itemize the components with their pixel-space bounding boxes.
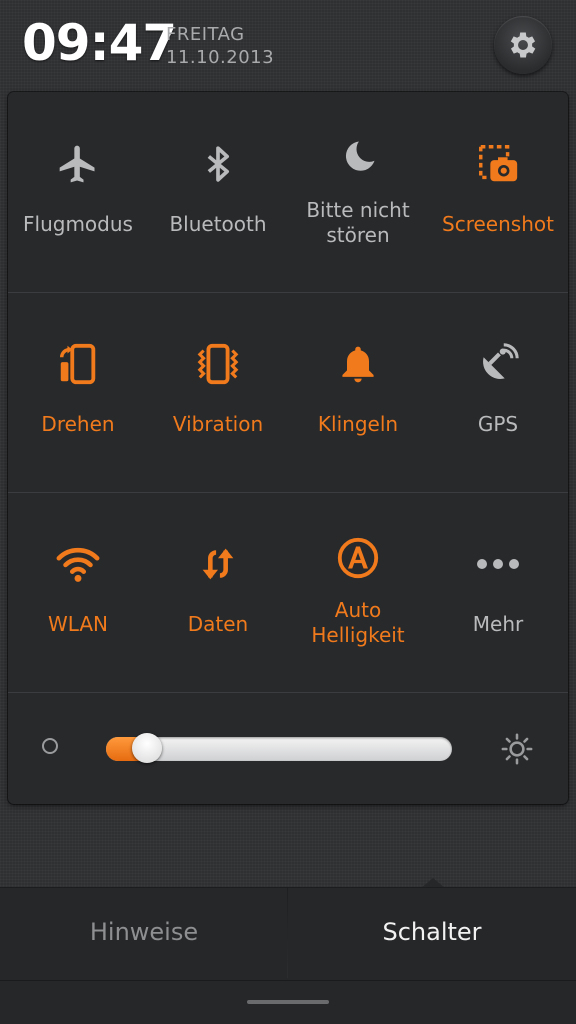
gear-icon — [510, 32, 536, 58]
toggle-label: Klingeln — [317, 412, 399, 436]
toggle-vibration[interactable]: Vibration — [148, 292, 288, 492]
data-icon — [188, 536, 248, 592]
bluetooth-icon — [188, 136, 248, 192]
toggle-row-1: Flugmodus Bluetooth Bitte nicht stören S… — [8, 92, 568, 293]
toggle-label-line2: Helligkeit — [311, 623, 405, 647]
toggle-label-line1: Bitte nicht — [306, 198, 410, 222]
toggle-label: Mehr — [472, 612, 524, 636]
toggle-label: Daten — [187, 612, 249, 636]
brightness-control — [8, 692, 568, 804]
auto-brightness-icon — [328, 530, 388, 586]
settings-button[interactable] — [494, 16, 552, 74]
toggle-screenshot[interactable]: Screenshot — [428, 92, 568, 292]
tab-notifications[interactable]: Hinweise — [0, 918, 288, 946]
toggle-row-3: WLAN Daten Auto Helligkeit Mehr — [8, 492, 568, 693]
toggle-bluetooth[interactable]: Bluetooth — [148, 92, 288, 292]
brightness-low-icon — [42, 738, 58, 754]
toggle-label-line2: stören — [326, 223, 390, 247]
brightness-high-icon — [500, 732, 534, 766]
wifi-icon — [48, 536, 108, 592]
toggle-wlan[interactable]: WLAN — [8, 492, 148, 692]
bell-icon — [328, 336, 388, 392]
toggle-label: GPS — [477, 412, 519, 436]
toggle-airplane-mode[interactable]: Flugmodus — [8, 92, 148, 292]
drag-handle[interactable] — [247, 1000, 329, 1004]
toggle-gps[interactable]: GPS — [428, 292, 568, 492]
quick-settings-panel: Flugmodus Bluetooth Bitte nicht stören S… — [8, 92, 568, 804]
toggle-label-line1: Auto — [334, 598, 382, 622]
divider — [0, 980, 576, 981]
toggle-more[interactable]: Mehr — [428, 492, 568, 692]
brightness-slider-thumb[interactable] — [132, 733, 163, 763]
gps-icon — [468, 336, 528, 392]
airplane-icon — [48, 136, 108, 192]
rotate-icon — [48, 336, 108, 392]
bottom-tab-bar: Hinweise Schalter — [0, 887, 576, 1024]
toggle-rotate[interactable]: Drehen — [8, 292, 148, 492]
tab-toggles[interactable]: Schalter — [288, 918, 576, 946]
more-icon — [468, 536, 528, 592]
toggle-do-not-disturb[interactable]: Bitte nicht stören — [288, 92, 428, 292]
moon-icon — [328, 130, 388, 186]
toggle-label: Screenshot — [442, 212, 554, 236]
screenshot-icon — [468, 136, 528, 192]
toggle-ring[interactable]: Klingeln — [288, 292, 428, 492]
toggle-label: Vibration — [172, 412, 264, 436]
vibration-icon — [188, 336, 248, 392]
toggle-data[interactable]: Daten — [148, 492, 288, 692]
toggle-row-2: Drehen Vibration Klingeln GPS — [8, 292, 568, 493]
toggle-label: Bluetooth — [169, 212, 267, 236]
toggle-label: WLAN — [47, 612, 109, 636]
toggle-auto-brightness[interactable]: Auto Helligkeit — [288, 492, 428, 692]
status-header: 09:47 FREITAG 11.10.2013 — [0, 0, 576, 90]
toggle-label: Flugmodus — [23, 212, 133, 236]
date-label: 11.10.2013 — [166, 47, 275, 68]
toggle-label: Drehen — [41, 412, 115, 436]
weekday-label: FREITAG — [166, 24, 245, 45]
clock: 09:47 — [22, 14, 177, 72]
